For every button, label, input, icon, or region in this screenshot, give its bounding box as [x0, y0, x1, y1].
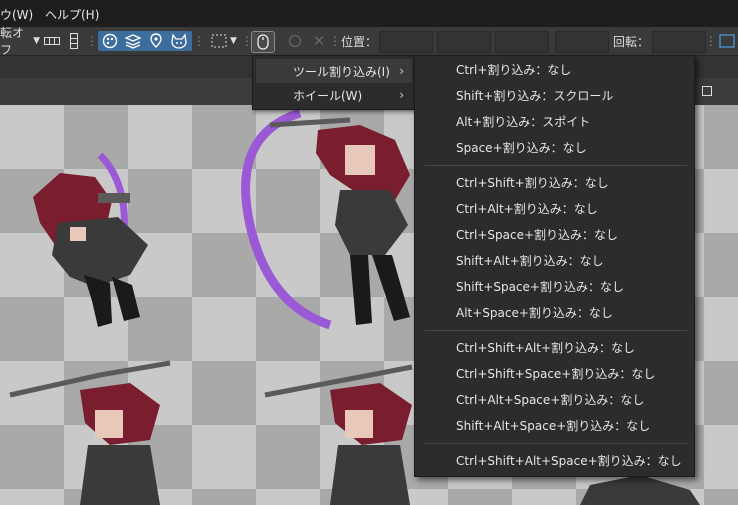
rotation-mode-label: 転オフ [0, 26, 25, 57]
toolbar-grip-5: ⋮ [705, 34, 717, 48]
close-icon[interactable]: ✕ [310, 31, 328, 51]
menu-item-ctrl-shift-alt-space[interactable]: Ctrl+Shift+Alt+Space+割り込み：なし [456, 451, 682, 471]
layers-icon[interactable] [121, 33, 145, 49]
menu-item-shift-alt[interactable]: Shift+Alt+割り込み：なし [456, 251, 604, 271]
panel-icon [719, 34, 735, 48]
menu-item-ctrl-space[interactable]: Ctrl+Space+割り込み：なし [456, 225, 618, 245]
record-icon[interactable] [286, 31, 304, 51]
menu-item-wheel[interactable]: ホイール(W) › [256, 83, 412, 107]
mouse-icon [257, 34, 269, 50]
marquee-select-icon [211, 34, 227, 48]
position-x-field[interactable] [379, 31, 433, 53]
menu-item-space[interactable]: Space+割り込み：なし [456, 138, 587, 158]
toolbar-grip-2: ⋮ [193, 34, 205, 48]
menu-separator [425, 443, 687, 444]
chevron-down-icon: ▼ [230, 36, 237, 46]
menu-bar: ウ(W) ヘルプ(H) [0, 0, 738, 27]
menu-item-label: ホイール(W) [293, 88, 363, 103]
vertical-layout-icon[interactable] [67, 31, 81, 51]
menu-item-ctrl-alt-space[interactable]: Ctrl+Alt+Space+割り込み：なし [456, 390, 644, 410]
horizontal-layout-icon[interactable] [43, 31, 61, 51]
menu-item-label: ツール割り込み(I) [293, 64, 390, 79]
menu-item-alt[interactable]: Alt+割り込み：スポイト [456, 112, 590, 132]
maximize-icon[interactable] [702, 86, 712, 96]
mouse-settings-button[interactable] [251, 31, 275, 53]
toolbar: 転オフ ▼ ⋮ ⋮ ▼ ⋮ ✕ ⋮ 位置： 回転： ⋮ [0, 26, 738, 57]
menu-item-shift-space[interactable]: Shift+Space+割り込み：なし [456, 277, 624, 297]
rotation-label: 回転： [613, 34, 650, 49]
position-z-field[interactable] [495, 31, 549, 53]
selection-dropdown[interactable]: ▼ [206, 31, 242, 51]
palette-icon[interactable] [99, 33, 121, 49]
menu-help[interactable]: ヘルプ(H) [45, 6, 99, 23]
character-sprite-5 [580, 475, 700, 505]
toolbar-grip-4: ⋮ [329, 34, 341, 48]
menu-item-shift[interactable]: Shift+割り込み：スクロール [456, 86, 613, 106]
menu-separator [425, 330, 687, 331]
character-sprite-4 [264, 364, 413, 505]
panel-toggle-button[interactable] [716, 31, 738, 51]
menu-item-tool-interrupt[interactable]: ツール割り込み(I) › [256, 59, 412, 83]
rotation-mode-dropdown[interactable]: 転オフ ▼ [0, 26, 40, 57]
menu-item-ctrl-shift[interactable]: Ctrl+Shift+割り込み：なし [456, 173, 609, 193]
menu-item-ctrl-shift-alt[interactable]: Ctrl+Shift+Alt+割り込み：なし [456, 338, 635, 358]
menu-item-ctrl-shift-space[interactable]: Ctrl+Shift+Space+割り込み：なし [456, 364, 655, 384]
mouse-options-menu: ツール割り込み(I) › ホイール(W) › [252, 55, 416, 110]
cat-face-icon[interactable] [167, 33, 191, 49]
character-sprite-2 [241, 108, 410, 330]
menu-item-shift-alt-space[interactable]: Shift+Alt+Space+割り込み：なし [456, 416, 650, 436]
position-y-field[interactable] [437, 31, 491, 53]
position-label: 位置： [341, 34, 378, 49]
menu-item-ctrl[interactable]: Ctrl+割り込み：なし [456, 60, 571, 80]
menu-item-alt-space[interactable]: Alt+Space+割り込み：なし [456, 303, 613, 323]
menu-window[interactable]: ウ(W) [0, 6, 33, 23]
mode-button-group [98, 31, 192, 51]
character-sprite-3 [9, 360, 171, 505]
chevron-right-icon: › [399, 64, 404, 78]
chevron-right-icon: › [399, 88, 404, 102]
toolbar-grip: ⋮ [86, 34, 98, 48]
chevron-down-icon: ▼ [33, 36, 40, 46]
position-w-field[interactable] [555, 31, 609, 53]
menu-separator [425, 165, 687, 166]
menu-item-ctrl-alt[interactable]: Ctrl+Alt+割り込み：なし [456, 199, 598, 219]
tool-interrupt-menu: Ctrl+割り込み：なし Shift+割り込み：スクロール Alt+割り込み：ス… [414, 55, 695, 477]
toolbar-grip-3: ⋮ [241, 34, 253, 48]
rotation-field[interactable] [652, 31, 706, 53]
character-sprite-1 [33, 152, 148, 327]
location-pin-icon[interactable] [145, 33, 167, 49]
